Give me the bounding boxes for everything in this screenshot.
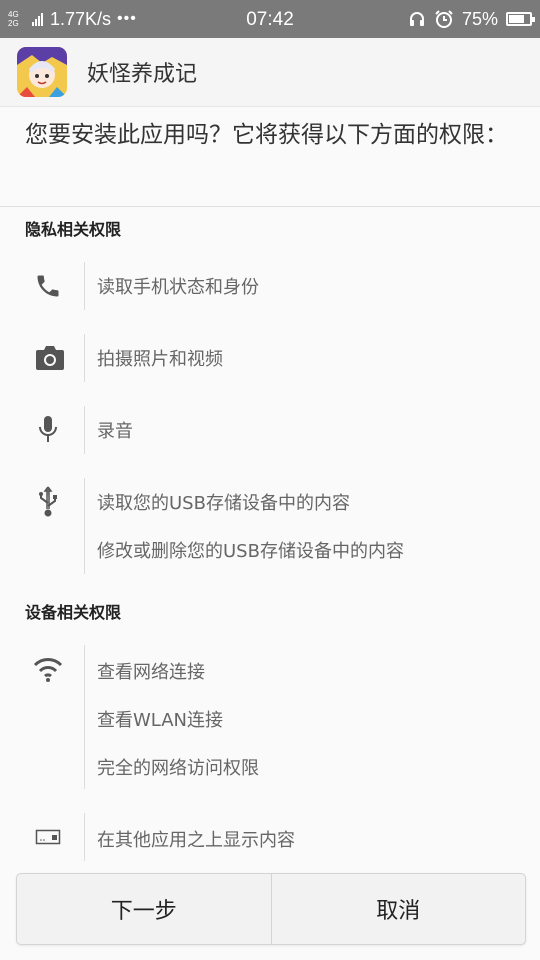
action-bar: 下一步 取消 [16, 873, 526, 945]
permission-camera: 拍摄照片和视频 [0, 334, 540, 382]
permission-text: 读取您的USB存储设备中的内容 [97, 493, 350, 514]
permission-usb: 读取您的USB存储设备中的内容 修改或删除您的USB存储设备中的内容 [0, 478, 540, 574]
divider [0, 206, 540, 207]
section-title-privacy: 隐私相关权限 [25, 220, 122, 239]
microphone-icon [28, 410, 68, 450]
overlay-icon [28, 817, 68, 857]
battery-percent: 75% [461, 8, 498, 29]
network-type-top: 4G [8, 10, 19, 19]
permission-text: 在其他应用之上显示内容 [97, 830, 295, 851]
app-avatar-icon [17, 47, 67, 97]
section-title-device: 设备相关权限 [25, 603, 122, 622]
permission-text: 查看网络连接 [97, 662, 205, 683]
phone-icon [28, 266, 68, 306]
app-name: 妖怪养成记 [87, 62, 198, 87]
more-notifications-icon: ••• [117, 10, 137, 27]
usb-icon [28, 482, 68, 522]
permission-network: 查看网络连接 查看WLAN连接 完全的网络访问权限 [0, 645, 540, 789]
permission-microphone: 录音 [0, 406, 540, 454]
network-type: 4G 2G [8, 10, 30, 28]
permission-text: 完全的网络访问权限 [97, 758, 259, 779]
permission-overlay: 在其他应用之上显示内容 [0, 813, 540, 861]
next-button[interactable]: 下一步 [17, 874, 271, 944]
permission-phone: 读取手机状态和身份 [0, 262, 540, 310]
permission-text: 查看WLAN连接 [97, 710, 224, 731]
permission-text: 拍摄照片和视频 [97, 349, 223, 370]
permission-separator [84, 262, 85, 310]
app-header: 妖怪养成记 [0, 38, 540, 107]
network-speed: 1.77K/s [50, 8, 112, 29]
permission-separator [84, 813, 85, 861]
permission-separator [84, 645, 85, 789]
battery-icon [506, 12, 535, 26]
permission-text: 修改或删除您的USB存储设备中的内容 [97, 541, 404, 562]
signal-icon [32, 12, 46, 26]
permission-separator [84, 406, 85, 454]
permission-text: 录音 [97, 421, 133, 442]
permission-separator [84, 478, 85, 574]
alarm-icon [435, 10, 453, 28]
status-bar: 4G 2G 1.77K/s ••• 07:42 75% [0, 0, 540, 38]
cancel-button[interactable]: 取消 [272, 874, 526, 944]
headset-icon [409, 12, 424, 26]
wifi-icon [28, 649, 68, 689]
permission-separator [84, 334, 85, 382]
install-question: 您要安装此应用吗？它将获得以下方面的权限： [25, 122, 508, 148]
permission-text: 读取手机状态和身份 [97, 277, 259, 298]
network-type-bottom: 2G [8, 19, 19, 28]
camera-icon [30, 338, 70, 378]
